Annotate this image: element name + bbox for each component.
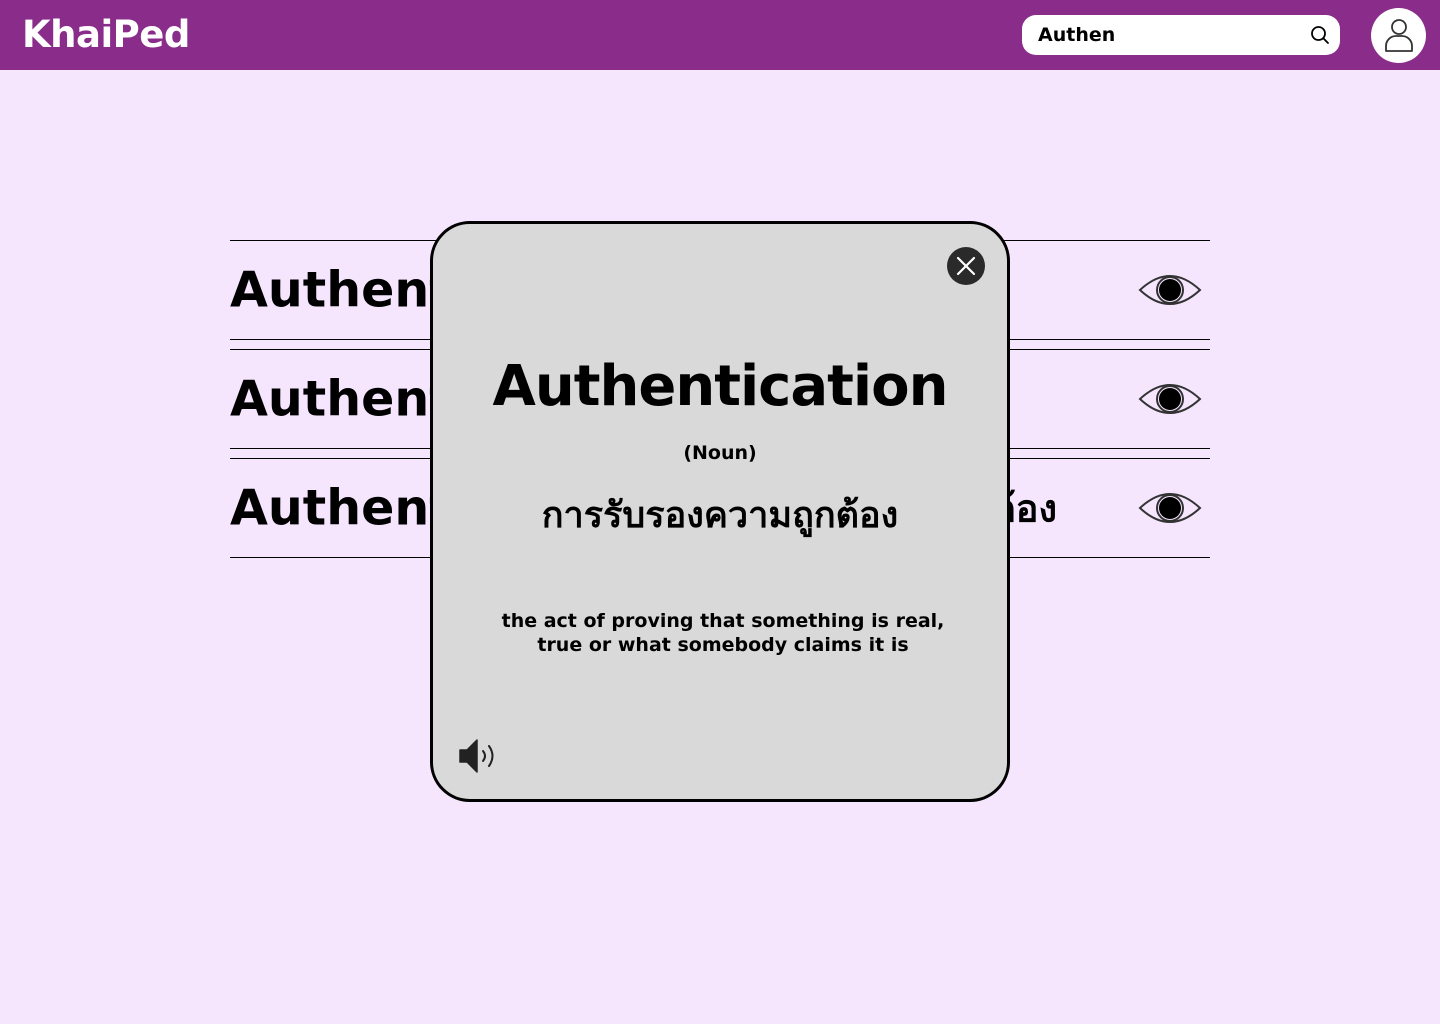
- eye-icon[interactable]: [1138, 377, 1202, 421]
- search-icon[interactable]: [1310, 25, 1330, 45]
- close-icon: [956, 256, 976, 276]
- word-detail-modal: Authentication (Noun) การรับรองความถูกต้…: [430, 221, 1010, 802]
- modal-word: Authentication: [492, 354, 949, 419]
- modal-part-of-speech: (Noun): [683, 442, 757, 464]
- top-bar: KhaiPed: [0, 0, 1440, 70]
- eye-icon[interactable]: [1138, 486, 1202, 530]
- user-icon: [1385, 19, 1413, 52]
- modal-definition: the act of proving that something is rea…: [501, 610, 945, 656]
- speaker-icon[interactable]: [457, 736, 501, 776]
- close-button[interactable]: [947, 247, 985, 285]
- logo[interactable]: KhaiPed: [22, 13, 190, 56]
- avatar-button[interactable]: [1371, 8, 1426, 63]
- search-input[interactable]: [1038, 15, 1298, 55]
- eye-icon[interactable]: [1138, 268, 1202, 312]
- modal-thai-translation: การรับรองความถูกต้อง: [541, 495, 899, 536]
- search-box[interactable]: [1022, 15, 1340, 55]
